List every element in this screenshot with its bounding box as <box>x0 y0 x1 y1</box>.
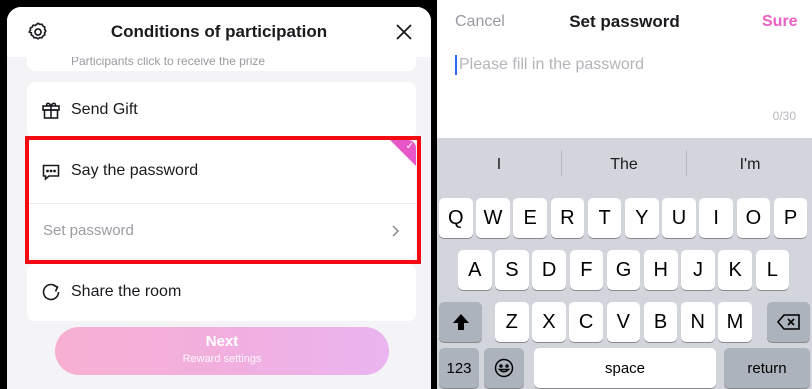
suggestion-1[interactable]: I <box>437 156 561 174</box>
letter-key[interactable]: R <box>550 198 585 238</box>
letter-key[interactable]: G <box>606 250 641 290</box>
letter-key[interactable]: C <box>569 302 603 342</box>
letter-key[interactable]: V <box>606 302 641 342</box>
send-gift-option[interactable]: Send Gift <box>27 82 416 139</box>
text-cursor <box>455 55 457 75</box>
password-input[interactable] <box>459 53 779 77</box>
letter-key[interactable]: E <box>513 198 547 238</box>
close-icon[interactable] <box>393 21 415 43</box>
letter-key[interactable]: S <box>495 250 529 290</box>
share-room-option[interactable]: Share the room <box>27 264 416 321</box>
letter-key[interactable]: B <box>643 302 678 342</box>
letter-key[interactable]: Y <box>625 198 659 238</box>
set-password-sheet: Cancel Set password Sure 0/30 I The I'm … <box>437 0 812 389</box>
letter-key[interactable]: I <box>699 198 733 238</box>
suggestion-divider <box>686 150 687 176</box>
space-key[interactable]: space <box>534 348 716 388</box>
letter-key[interactable]: M <box>718 302 752 342</box>
delete-key[interactable] <box>767 302 810 342</box>
panel-title: Conditions of participation <box>110 22 328 41</box>
suggestion-3[interactable]: I'm <box>688 156 812 174</box>
letter-key[interactable]: Z <box>495 302 529 342</box>
letter-key[interactable]: J <box>681 250 715 290</box>
letter-key[interactable]: A <box>458 250 492 290</box>
next-button-label: Next <box>205 333 239 350</box>
character-counter: 0/30 <box>772 109 796 123</box>
suggestion-2[interactable]: The <box>562 156 686 174</box>
shift-key[interactable] <box>439 302 482 342</box>
conditions-panel: Participants click to receive the prize … <box>7 7 431 389</box>
letter-key[interactable]: T <box>587 198 622 238</box>
emoji-icon <box>494 358 514 378</box>
letter-key[interactable]: D <box>532 250 566 290</box>
letter-key[interactable]: Q <box>439 198 473 238</box>
letter-key[interactable]: H <box>644 250 678 290</box>
sure-button[interactable]: Sure <box>762 13 798 31</box>
send-gift-label: Send Gift <box>71 101 138 118</box>
backspace-icon <box>776 314 800 330</box>
letter-key[interactable]: X <box>532 302 566 342</box>
letter-key[interactable]: L <box>755 250 790 290</box>
return-key[interactable]: return <box>724 348 810 388</box>
letter-key[interactable]: U <box>662 198 696 238</box>
next-button-sublabel: Reward settings <box>182 353 262 365</box>
highlight-box <box>25 136 421 264</box>
keyboard: I The I'm 123 space return QWER T Y U I … <box>437 138 812 389</box>
shift-icon <box>452 314 469 330</box>
letter-key[interactable]: W <box>476 198 510 238</box>
share-room-label: Share the room <box>71 283 182 300</box>
letter-key[interactable]: F <box>569 250 604 290</box>
letter-key[interactable]: P <box>773 198 808 238</box>
letter-key[interactable]: N <box>681 302 715 342</box>
letter-key[interactable]: O <box>736 198 771 238</box>
numbers-key[interactable]: 123 <box>439 348 479 388</box>
emoji-key[interactable] <box>484 348 524 388</box>
sheet-title: Set password <box>569 12 680 31</box>
letter-key[interactable]: K <box>718 250 752 290</box>
panel-header: Conditions of participation <box>7 7 431 57</box>
share-icon <box>42 283 60 301</box>
next-button[interactable]: Next Reward settings <box>55 327 389 375</box>
gift-icon <box>42 102 60 119</box>
